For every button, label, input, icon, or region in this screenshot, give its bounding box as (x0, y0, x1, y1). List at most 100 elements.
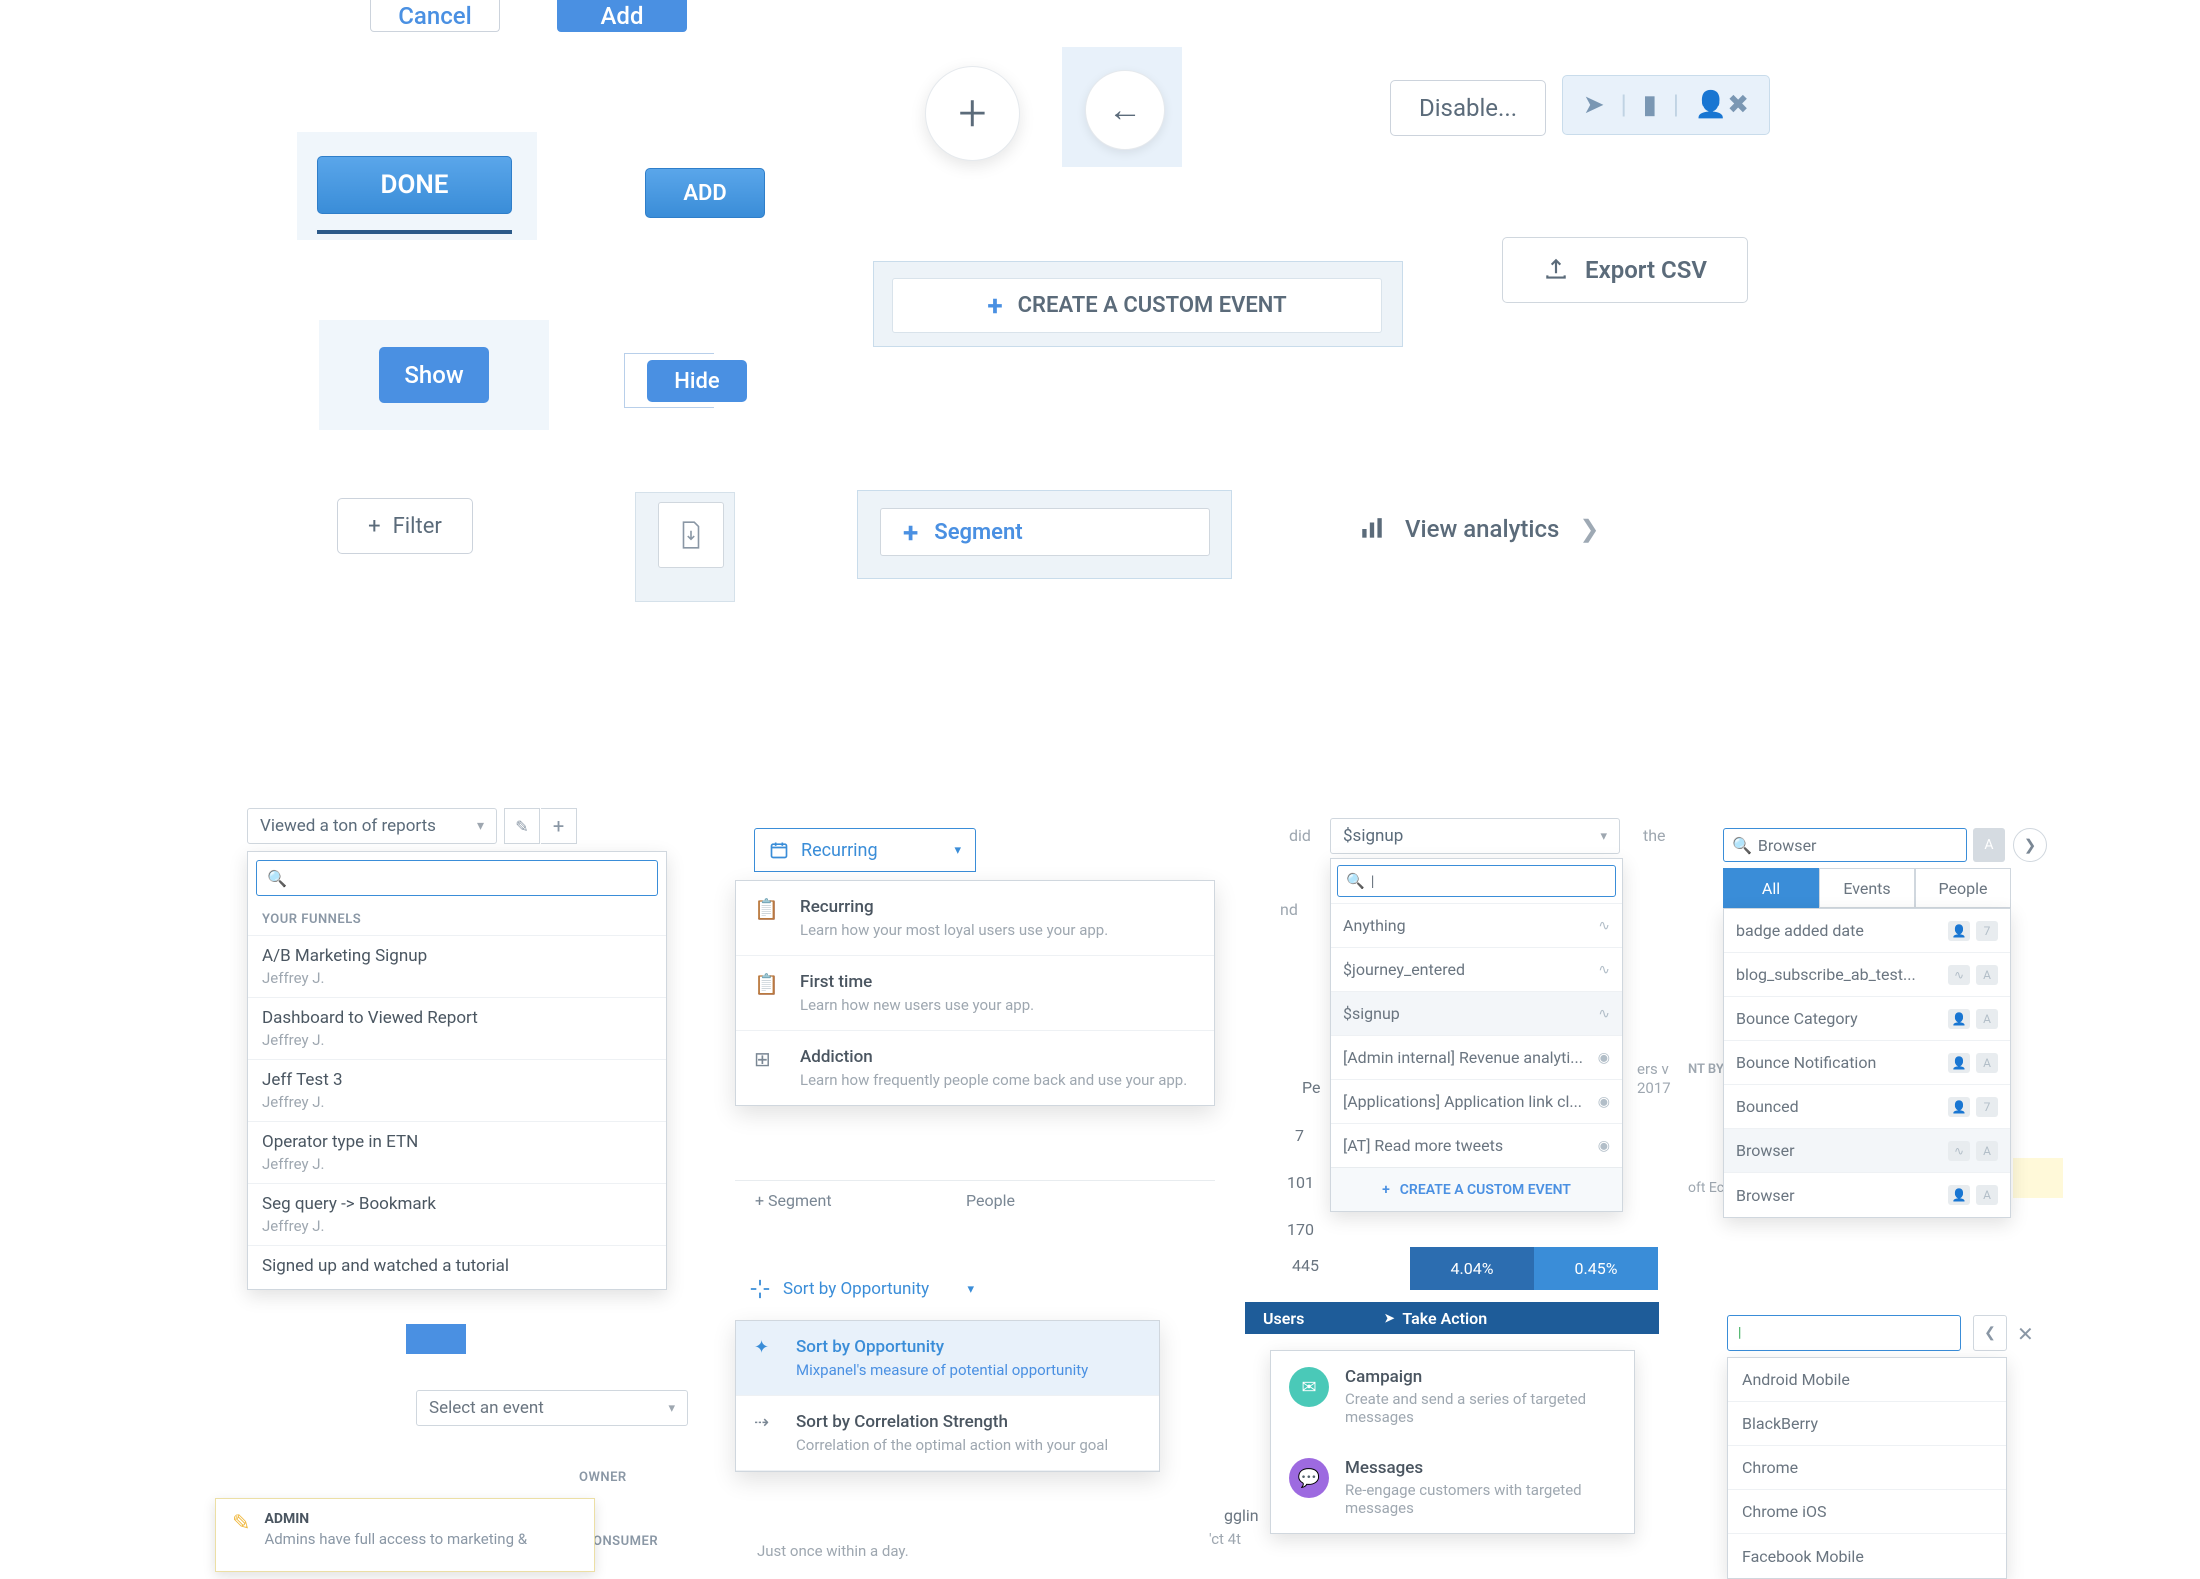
recurring-option[interactable]: 📋RecurringLearn how your most loyal user… (736, 881, 1214, 956)
funnel-dropdown: 🔍 YOUR FUNNELS A/B Marketing SignupJeffr… (247, 851, 667, 1290)
action-option-messages[interactable]: 💬MessagesRe-engage customers with target… (1271, 1442, 1634, 1533)
show-button[interactable]: Show (379, 347, 489, 403)
file-download-icon (678, 520, 704, 550)
funnel-item[interactable]: Seg query -> BookmarkJeffrey J. (248, 1183, 666, 1245)
next-button[interactable]: ❯ (2013, 828, 2047, 862)
browser-list-item[interactable]: Facebook Mobile (1728, 1534, 2006, 1578)
browser-list-item[interactable]: Chrome iOS (1728, 1490, 2006, 1534)
bar-widget (406, 1324, 466, 1354)
funnel-item[interactable]: A/B Marketing SignupJeffrey J. (248, 935, 666, 997)
export-csv-button[interactable]: Export CSV (1502, 237, 1748, 303)
file-download-button[interactable] (658, 502, 724, 568)
person-icon: 👤 (1948, 1009, 1970, 1029)
chevron-down-icon: ▾ (967, 1282, 974, 1297)
browser-item[interactable]: Browser👤A (1724, 1173, 2010, 1217)
view-icon: ◉ (1598, 1050, 1610, 1066)
segment-button[interactable]: +Segment (880, 508, 1210, 556)
funnel-header: YOUR FUNNELS (248, 904, 666, 935)
browser-item[interactable]: Bounced👤7 (1724, 1085, 2010, 1129)
browser-list-prev[interactable]: ❮ (1973, 1315, 2007, 1351)
funnel-add-button[interactable]: + (541, 808, 577, 844)
browser-list-close[interactable]: ✕ (2017, 1322, 2034, 1346)
create-custom-event-button[interactable]: +CREATE A CUSTOM EVENT (892, 278, 1382, 333)
create-custom-event-link[interactable]: +CREATE A CUSTOM EVENT (1331, 1167, 1622, 1211)
event-item[interactable]: Anything∿ (1331, 903, 1622, 947)
browser-list-item[interactable]: Android Mobile (1728, 1358, 2006, 1402)
event-item[interactable]: $signup∿ (1331, 991, 1622, 1035)
recurring-dropdown: 📋RecurringLearn how your most loyal user… (735, 880, 1215, 1106)
event-item[interactable]: [Applications] Application link cl...◉ (1331, 1079, 1622, 1123)
chevron-down-icon: ▾ (668, 1401, 675, 1416)
cursor-icon[interactable]: ➤ (1583, 90, 1605, 120)
stat-row: 4.04% 0.45% (1286, 1246, 1658, 1290)
flow-icon: ∿ (1598, 962, 1610, 978)
browser-tabs: All Events People (1723, 868, 2011, 908)
chevron-down-icon: ▾ (1600, 829, 1607, 844)
event-item[interactable]: [Admin internal] Revenue analyti...◉ (1331, 1035, 1622, 1079)
recurring-option[interactable]: 📋First timeLearn how new users use your … (736, 956, 1214, 1031)
funnel-search-input[interactable]: 🔍 (256, 860, 658, 896)
funnel-item[interactable]: Dashboard to Viewed ReportJeffrey J. (248, 997, 666, 1059)
event-item[interactable]: $journey_entered∿ (1331, 947, 1622, 991)
plus-circle-button[interactable]: + (925, 66, 1020, 161)
tab-people[interactable]: People (1915, 868, 2011, 908)
back-circle-button[interactable]: ← (1085, 70, 1165, 150)
tab-all[interactable]: All (1723, 868, 1819, 908)
select-event-dropdown[interactable]: Select an event▾ (416, 1390, 688, 1426)
bar-chart-icon (1359, 516, 1385, 542)
browser-list-item[interactable]: BlackBerry (1728, 1402, 2006, 1446)
cancel-button[interactable]: Cancel (370, 0, 500, 32)
flow-icon: ∿ (1598, 1006, 1610, 1022)
browser-item[interactable]: Bounce Category👤A (1724, 997, 2010, 1041)
recurring-selector[interactable]: Recurring▾ (754, 828, 976, 872)
person-icon: 👤 (1948, 921, 1970, 941)
browser-item[interactable]: Bounce Notification👤A (1724, 1041, 2010, 1085)
tab-events[interactable]: Events (1819, 868, 1915, 908)
browser-search-input[interactable]: 🔍Browser (1723, 828, 1967, 862)
recurring-option[interactable]: ⊞AddictionLearn how frequently people co… (736, 1031, 1214, 1105)
calendar-icon: 📋 (754, 972, 784, 1014)
browser-item[interactable]: badge added date👤7 (1724, 909, 2010, 953)
plus-icon: + (368, 514, 380, 539)
done-button[interactable]: DONE (317, 156, 512, 214)
browser-item[interactable]: Browser∿A (1724, 1129, 2010, 1173)
funnel-item[interactable]: Operator type in ETNJeffrey J. (248, 1121, 666, 1183)
person-icon: 👤 (1948, 1185, 1970, 1205)
filter-button[interactable]: +Filter (337, 498, 473, 554)
view-analytics-link[interactable]: View analytics ❯ (1359, 515, 1599, 543)
sort-dropdown: ✦Sort by OpportunityMixpanel's measure o… (735, 1320, 1160, 1472)
chevron-right-icon: ❯ (1579, 515, 1599, 543)
funnel-item[interactable]: Signed up and watched a tutorial (248, 1245, 666, 1289)
add-button-2[interactable]: ADD (645, 168, 765, 218)
browser-list-input[interactable]: | (1727, 1315, 1961, 1351)
sort-selector[interactable]: Sort by Opportunity▾ (749, 1269, 974, 1309)
browser-list-item[interactable]: Chrome (1728, 1446, 2006, 1490)
event-selector[interactable]: $signup▾ (1330, 818, 1620, 854)
pencil-icon: ✎ (232, 1511, 250, 1559)
device-icon[interactable]: ▮ (1643, 90, 1657, 120)
browser-item[interactable]: blog_subscribe_ab_test...∿A (1724, 953, 2010, 997)
filter-badge[interactable]: A (1973, 828, 2005, 862)
plus-icon: + (903, 516, 918, 549)
sort-option[interactable]: ✦Sort by OpportunityMixpanel's measure o… (736, 1321, 1159, 1396)
person-icon: 👤 (1948, 1053, 1970, 1073)
chevron-down-icon: ▾ (954, 843, 961, 858)
sort-option[interactable]: ⇢Sort by Correlation StrengthCorrelation… (736, 1396, 1159, 1471)
disable-button[interactable]: Disable... (1390, 80, 1546, 136)
sparkle-icon (749, 1278, 771, 1300)
event-search-input[interactable]: 🔍| (1337, 865, 1616, 897)
plus-icon: + (987, 289, 1002, 322)
hide-button[interactable]: Hide (647, 360, 747, 402)
event-item[interactable]: [AT] Read more tweets◉ (1331, 1123, 1622, 1167)
funnel-selector[interactable]: Viewed a ton of reports▾ (247, 808, 497, 844)
action-option-campaign[interactable]: ✉CampaignCreate and send a series of tar… (1271, 1351, 1634, 1442)
owner-label: OWNER (579, 1470, 627, 1485)
add-button[interactable]: Add (557, 0, 687, 32)
arrow-icon: ➤ (1384, 1311, 1394, 1325)
user-remove-icon[interactable]: 👤✖ (1695, 90, 1749, 120)
browser-dropdown: badge added date👤7 blog_subscribe_ab_tes… (1723, 908, 2011, 1218)
flow-icon: ∿ (1948, 1141, 1970, 1161)
funnel-edit-button[interactable]: ✎ (504, 808, 540, 844)
funnel-item[interactable]: Jeff Test 3Jeffrey J. (248, 1059, 666, 1121)
flow-icon: ⇢ (754, 1412, 780, 1454)
